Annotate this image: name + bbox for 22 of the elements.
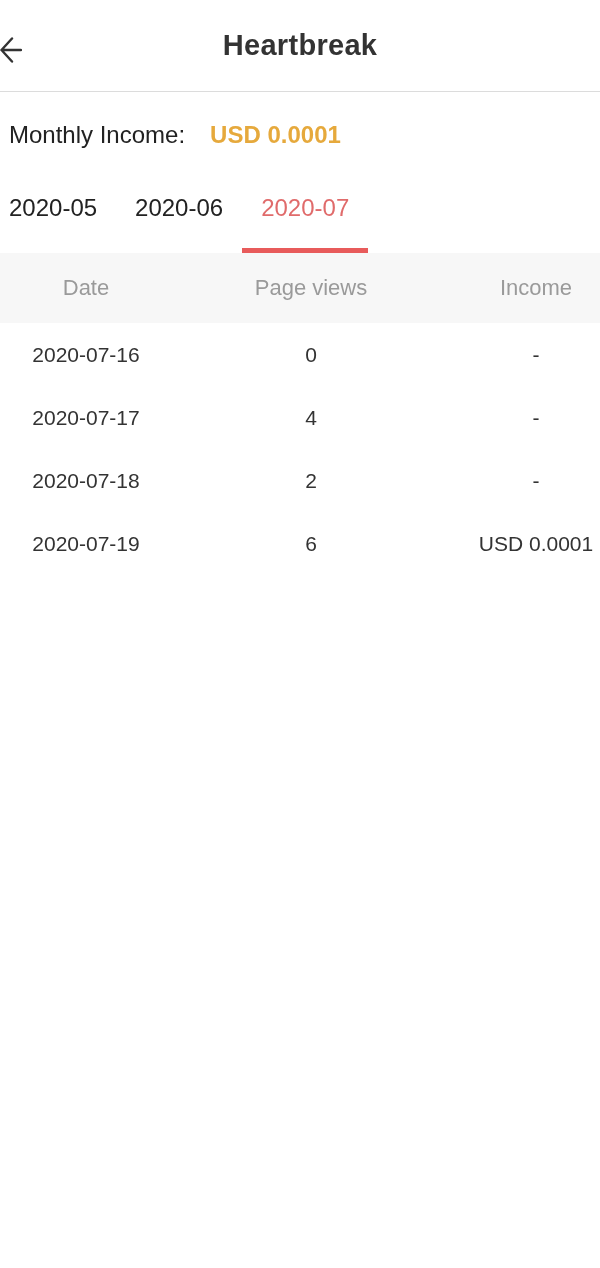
table-cell: 4 [305, 405, 317, 430]
table-cell: 2020-07-16 [32, 342, 140, 367]
column-header: Date [62, 275, 110, 301]
column-header: Page views [254, 275, 368, 301]
page-title: Heartbreak [222, 29, 378, 62]
table-cell: 0 [305, 342, 317, 367]
table-cell: 2 [305, 468, 317, 493]
table-cell: 2020-07-19 [32, 531, 140, 556]
month-tab[interactable]: 2020-06 [116, 178, 243, 253]
month-tab[interactable]: 2020-05 [0, 178, 117, 253]
table-cell: - [532, 405, 540, 430]
table-cell: 6 [305, 531, 317, 556]
income-label: Monthly Income: [9, 121, 186, 149]
back-button[interactable] [0, 37, 22, 63]
table-cell: - [532, 342, 540, 367]
table-cell: 2020-07-18 [32, 468, 140, 493]
table-cell: USD 0.0001 [478, 531, 594, 556]
column-header: Income [499, 275, 573, 301]
income-value: USD 0.0001 [210, 121, 341, 149]
table-cell: - [532, 468, 540, 493]
table-cell: 2020-07-17 [32, 405, 140, 430]
back-arrow-icon [0, 37, 22, 63]
